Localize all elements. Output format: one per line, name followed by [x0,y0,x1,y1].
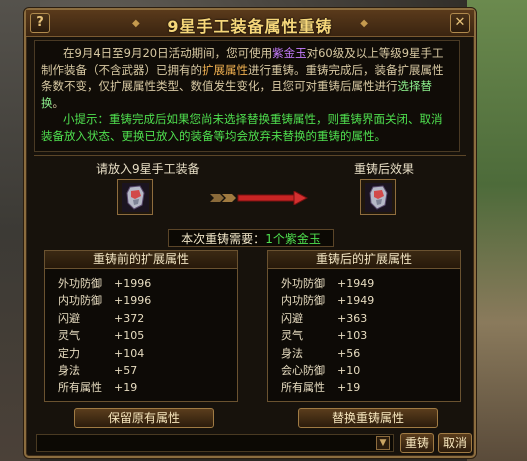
attribute-row: 身法 +56 [281,345,460,362]
dialog-title: 9星手工装备属性重铸 [167,17,333,36]
glove-icon [365,183,392,212]
attribute-value: +363 [337,311,368,325]
before-attributes-panel: 重铸前的扩展属性 外功防御 +1996 内功防御 +1996 闪避 +372 灵气 +105 定… [44,250,238,402]
replace-recast-button[interactable]: 替换重铸属性 [298,408,438,428]
attribute-name: 所有属性 [281,381,325,395]
attribute-row: 灵气 +103 [281,327,460,344]
attribute-row: 会心防御 +10 [281,362,460,379]
recast-button[interactable]: 重铸 [400,433,434,453]
attribute-value: +103 [337,329,368,343]
attribute-value: +19 [337,381,361,395]
attribute-name: 灵气 [58,329,80,343]
recast-dialog: ? ◆ 9星手工装备属性重铸 ◆ ✕ 在9月4日至9月20日活动期间，您可使用紫… [24,8,476,458]
description-segment: 在9月4日至9月20日活动期间，您可使用 [63,46,273,60]
attribute-value: +1949 [337,277,375,290]
recast-arrow-icon [210,191,308,205]
attribute-value: +1996 [114,277,152,290]
equipment-input-slot[interactable] [117,179,153,215]
cost-value: 1个紫金玉 [265,232,321,246]
attribute-value: +19 [114,381,138,395]
attribute-value: +372 [114,311,145,325]
description-segment: 紫金玉 [272,46,307,60]
attribute-row: 外功防御 +1996 [58,275,237,292]
description-segment: 。 [52,95,65,110]
attribute-value: +1996 [114,294,152,308]
attribute-row: 闪避 +372 [58,310,237,327]
attribute-row: 内功防御 +1996 [58,292,237,309]
info-text-box: 在9月4日至9月20日活动期间，您可使用紫金玉对60级及以上等级9星手工制作装备… [34,40,460,152]
divider [34,155,466,156]
glove-icon [122,183,149,212]
result-preview-slot[interactable] [360,179,396,215]
before-attributes-header: 重铸前的扩展属性 [45,251,237,269]
before-attributes-list: 外功防御 +1996 内功防御 +1996 闪避 +372 灵气 +105 定力 +104 身法 +5… [45,269,237,397]
chat-input[interactable] [36,434,394,452]
after-attributes-header: 重铸后的扩展属性 [268,251,460,269]
attribute-name: 外功防御 [281,277,325,290]
attribute-name: 内功防御 [58,294,102,308]
cost-bar: 本次重铸需要：1个紫金玉 [168,229,334,247]
keep-original-button[interactable]: 保留原有属性 [74,408,214,428]
close-button[interactable]: ✕ [450,13,470,33]
attribute-name: 定力 [58,346,80,360]
attribute-name: 所有属性 [58,381,102,395]
attribute-value: +10 [337,363,361,377]
attribute-row: 定力 +104 [58,345,237,362]
attribute-value: +1949 [337,294,375,308]
result-slot-label: 重铸后效果 [354,162,415,176]
attribute-row: 灵气 +105 [58,327,237,344]
attribute-row: 内功防御 +1949 [281,292,460,309]
attribute-name: 会心防御 [281,363,325,377]
attribute-value: +57 [114,363,138,377]
attribute-name: 外功防御 [58,277,102,290]
after-attributes-list: 外功防御 +1949 内功防御 +1949 闪避 +363 灵气 +103 身法 +56 会心防御 +… [268,269,460,397]
attribute-row: 所有属性 +19 [58,379,237,396]
attribute-row: 闪避 +363 [281,310,460,327]
after-attributes-panel: 重铸后的扩展属性 外功防御 +1949 内功防御 +1949 闪避 +363 灵气 +103 身… [267,250,461,402]
attribute-name: 身法 [281,346,303,360]
attribute-value: +56 [337,346,361,360]
attribute-value: +104 [114,346,145,360]
event-description: 在9月4日至9月20日活动期间，您可使用紫金玉对60级及以上等级9星手工制作装备… [41,45,453,111]
chat-dropdown-icon[interactable]: ▼ [376,436,390,450]
attribute-row: 所有属性 +19 [281,379,460,396]
title-ornament-right-icon: ◆ [360,18,368,29]
input-slot-label: 请放入9星手工装备 [96,162,200,176]
attribute-row: 外功防御 +1949 [281,275,460,292]
scenery-right [467,0,527,461]
attribute-name: 闪避 [58,311,80,325]
attribute-name: 内功防御 [281,294,325,308]
title-bar[interactable]: ? ◆ 9星手工装备属性重铸 ◆ ✕ [26,10,474,37]
description-segment: 扩展属性 [202,62,248,77]
attribute-row: 身法 +57 [58,362,237,379]
attribute-name: 身法 [58,363,80,377]
attribute-name: 灵气 [281,329,303,343]
cancel-button[interactable]: 取消 [438,433,472,453]
attribute-value: +105 [114,329,145,343]
attribute-name: 闪避 [281,311,303,325]
tip-text: 小提示：重铸完成后如果您尚未选择替换重铸属性，则重铸界面关闭、取消装备放入状态、… [41,112,443,143]
cost-label: 本次重铸需要： [181,232,266,246]
